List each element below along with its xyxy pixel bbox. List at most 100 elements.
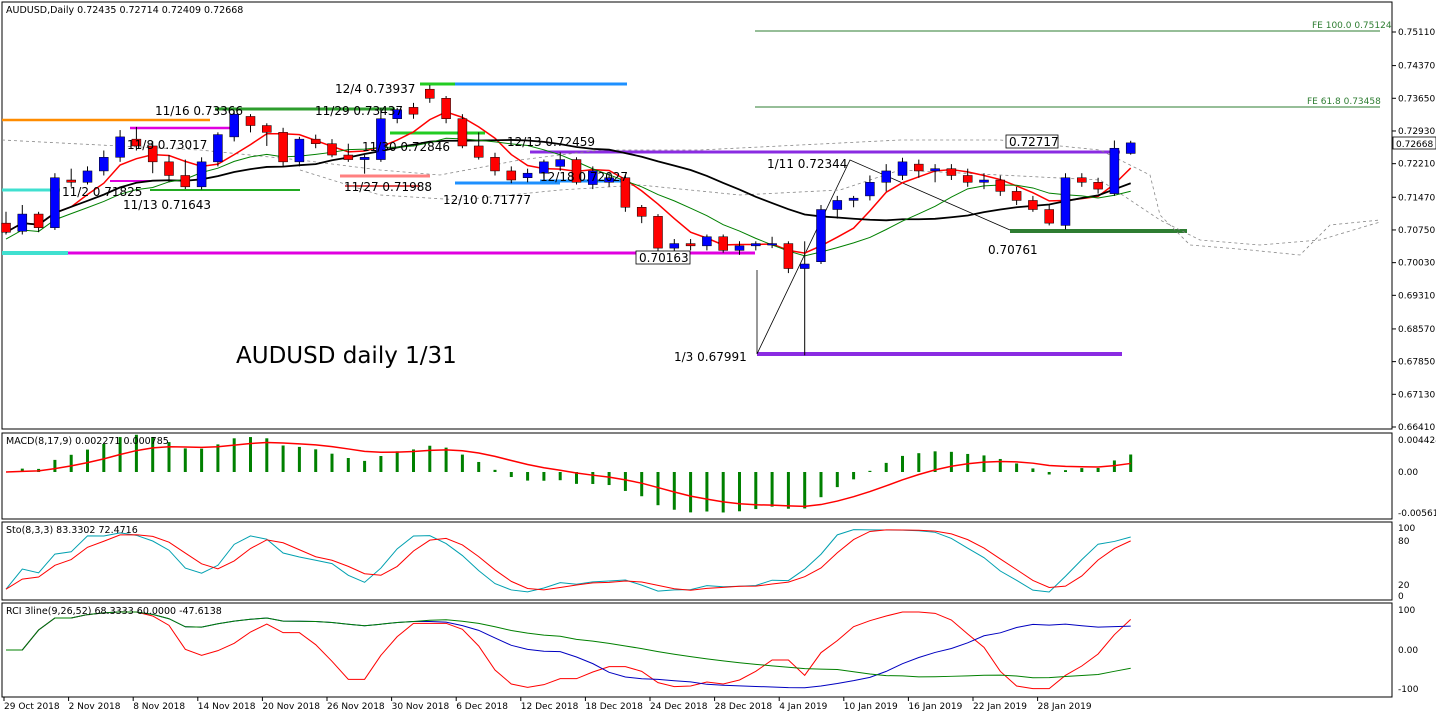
candle-body — [506, 170, 517, 181]
candle-body — [1011, 191, 1022, 201]
macd-panel-frame — [1, 432, 1393, 520]
annotation: 12/10 0.71777 — [443, 193, 531, 207]
candle-body — [685, 243, 696, 247]
candle-body — [751, 243, 761, 247]
main-header: AUDUSD,Daily 0.72435 0.72714 0.72409 0.7… — [6, 5, 243, 16]
annotation: 0.72717 — [1009, 135, 1059, 149]
trading-chart: 0.004424 0.00 -0.005611 100 80 200 100 0.00 -100… — [1, 1, 1436, 712]
price-tick-label: 0.69310 — [1398, 291, 1435, 301]
date-label: 26 Nov 2018 — [327, 702, 385, 712]
fe100-label: FE 100.0 0.75124 — [1312, 21, 1392, 31]
candle-body — [245, 116, 256, 126]
rci-axis-label: 100 — [1398, 606, 1415, 616]
annotation: 11/2 0.71825 — [62, 185, 142, 199]
annotation: 12/13 0.72459 — [507, 135, 595, 149]
price-tick-label: 0.73650 — [1398, 94, 1435, 104]
candle-body — [262, 125, 272, 133]
macd-axis-label: -0.005611 — [1398, 509, 1436, 519]
annotation: 11/13 0.71643 — [123, 198, 211, 212]
candle-body — [669, 243, 680, 249]
candle-body — [930, 168, 940, 172]
price-tick-label: 0.74370 — [1398, 62, 1435, 72]
candle-body — [294, 138, 305, 163]
price-tick-label: 0.75110 — [1398, 28, 1435, 38]
current-price-label: 0.72668 — [1396, 140, 1433, 150]
candle-body — [555, 159, 565, 167]
candle-body — [327, 143, 337, 156]
annotation: 11/16 0.73366 — [155, 104, 243, 118]
macd-axis-label: 0.00 — [1398, 468, 1418, 478]
candle-body — [995, 179, 1006, 192]
candle-body — [1093, 182, 1103, 190]
candle-body — [1125, 142, 1136, 154]
candle-body — [1044, 209, 1054, 224]
sto-axis-label: 100 — [1398, 524, 1415, 534]
main-panel-frame — [1, 1, 1393, 430]
candle-body — [832, 200, 843, 210]
candle-body — [50, 177, 60, 228]
candle-body — [799, 263, 810, 269]
candle-body — [1060, 177, 1071, 226]
candle-body — [865, 182, 875, 197]
date-label: 29 Oct 2018 — [4, 702, 60, 712]
candle-body — [767, 243, 777, 246]
price-tick-label: 0.72210 — [1398, 160, 1435, 170]
rci-header: RCI 3line(9,26,52) 68.3333 60.0000 -47.6… — [6, 606, 222, 617]
candle-body — [816, 209, 826, 262]
annotation: 11/30 0.72846 — [362, 140, 450, 154]
sto-header: Sto(8,3,3) 83.3302 72.4716 — [6, 525, 138, 536]
date-label: 10 Jan 2019 — [844, 702, 898, 712]
date-label: 28 Jan 2019 — [1038, 702, 1092, 712]
date-label: 30 Nov 2018 — [392, 702, 450, 712]
candle-body — [1109, 147, 1120, 194]
annotation: 12/4 0.73937 — [335, 82, 415, 96]
price-tick-label: 0.66410 — [1398, 423, 1435, 433]
candle-body — [115, 136, 125, 158]
candle-body — [164, 161, 174, 176]
date-label: 8 Nov 2018 — [133, 702, 185, 712]
candle-body — [82, 170, 93, 183]
annotation: 0.70761 — [988, 243, 1038, 257]
sto-axis-label: 20 — [1398, 581, 1410, 591]
date-axis: 29 Oct 2018 2 Nov 2018 8 Nov 2018 14 Nov 20… — [3, 697, 1092, 712]
candle-body — [196, 161, 207, 188]
candle-body — [718, 236, 728, 251]
date-label: 20 Nov 2018 — [262, 702, 320, 712]
date-label: 4 Jan 2019 — [779, 702, 827, 712]
date-label: 24 Dec 2018 — [650, 702, 708, 712]
candle-body — [1, 222, 11, 233]
candle-body — [441, 98, 451, 119]
price-tick-label: 0.70030 — [1398, 259, 1435, 269]
candle-body — [914, 163, 924, 172]
candle-body — [522, 172, 533, 178]
candle-body — [636, 207, 647, 217]
date-label: 2 Nov 2018 — [69, 702, 121, 712]
candle-body — [783, 243, 794, 269]
candle-body — [457, 118, 468, 147]
candle-body — [359, 157, 370, 160]
candle-body — [66, 179, 76, 183]
sto-axis-label: 0 — [1398, 592, 1404, 602]
candle-body — [33, 213, 44, 228]
candle-body — [278, 132, 288, 163]
candle-body — [1077, 177, 1087, 183]
rci-axis-label: 0.00 — [1398, 646, 1418, 656]
candle-body — [979, 179, 989, 183]
macd-header: MACD(8,17,9) 0.002271 0.000785 — [6, 436, 169, 447]
date-label: 16 Jan 2019 — [908, 702, 962, 712]
date-label: 6 Dec 2018 — [456, 702, 508, 712]
date-label: 14 Nov 2018 — [198, 702, 256, 712]
annotation: 11/8 0.73017 — [127, 138, 207, 152]
candle-body — [1028, 200, 1038, 210]
candle-body — [653, 216, 663, 249]
price-tick-label: 0.67130 — [1398, 390, 1435, 400]
price-tick-label: 0.68570 — [1398, 325, 1435, 335]
candle-body — [473, 145, 484, 158]
annotation: 0.70163 — [639, 251, 689, 265]
candle-body — [213, 134, 223, 163]
date-label: 18 Dec 2018 — [585, 702, 643, 712]
date-label: 22 Jan 2019 — [973, 702, 1027, 712]
rci-axis-label: -100 — [1398, 685, 1419, 695]
candle-body — [180, 175, 191, 188]
macd-axis-label: 0.004424 — [1398, 436, 1436, 446]
